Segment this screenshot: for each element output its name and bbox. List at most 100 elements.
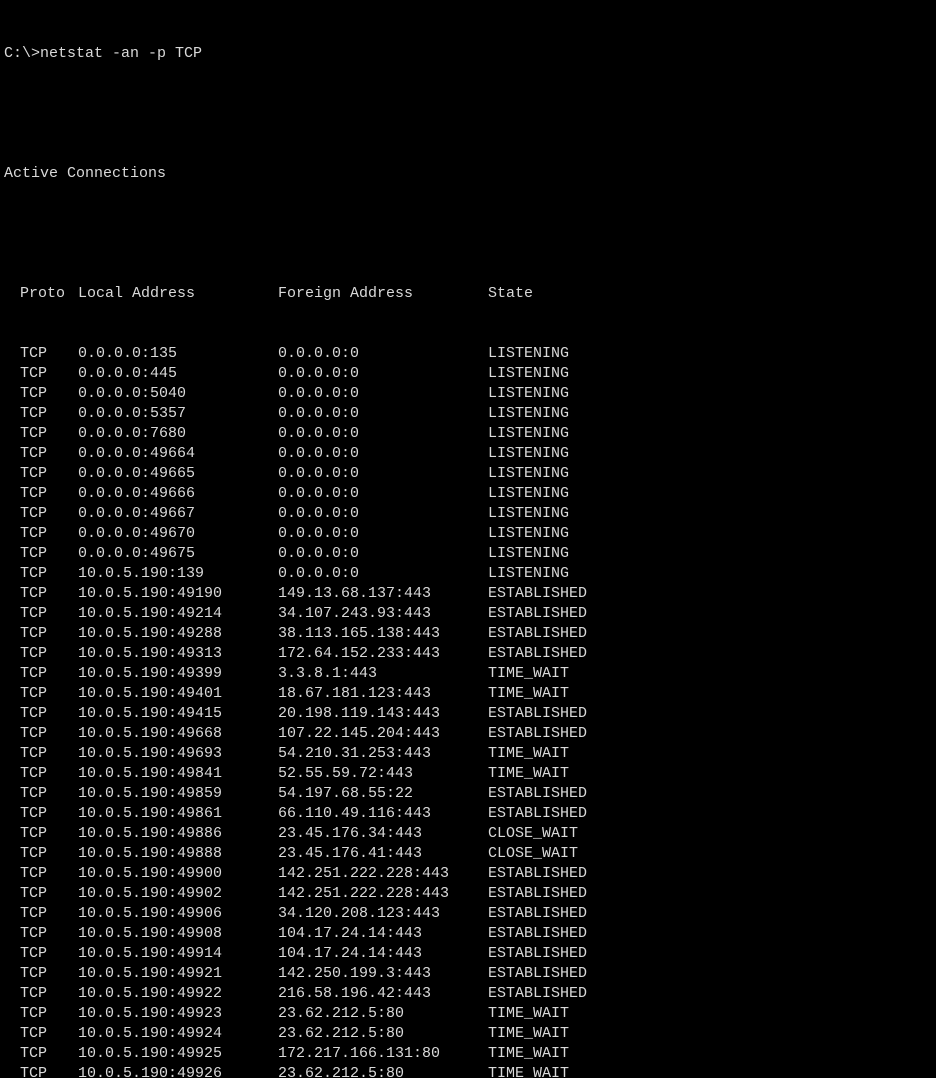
cell-foreign-address: 23.62.212.5:80 — [278, 1024, 488, 1044]
cell-foreign-address: 3.3.8.1:443 — [278, 664, 488, 684]
cell-proto: TCP — [20, 664, 78, 684]
cell-state: ESTABLISHED — [488, 644, 936, 664]
cell-local-address: 10.0.5.190:49925 — [78, 1044, 278, 1064]
table-row: TCP10.0.5.190:4984152.55.59.72:443TIME_W… — [4, 764, 936, 784]
cell-state: CLOSE_WAIT — [488, 824, 936, 844]
col-header-foreign: Foreign Address — [278, 284, 488, 304]
cell-local-address: 0.0.0.0:135 — [78, 344, 278, 364]
indent — [4, 924, 20, 944]
cell-foreign-address: 23.45.176.41:443 — [278, 844, 488, 864]
cell-proto: TCP — [20, 504, 78, 524]
indent — [4, 404, 20, 424]
cell-foreign-address: 216.58.196.42:443 — [278, 984, 488, 1004]
indent — [4, 604, 20, 624]
cell-foreign-address: 66.110.49.116:443 — [278, 804, 488, 824]
cell-state: LISTENING — [488, 504, 936, 524]
table-row: TCP10.0.5.190:4988623.45.176.34:443CLOSE… — [4, 824, 936, 844]
cell-proto: TCP — [20, 1044, 78, 1064]
table-row: TCP10.0.5.190:4988823.45.176.41:443CLOSE… — [4, 844, 936, 864]
cell-proto: TCP — [20, 944, 78, 964]
cell-proto: TCP — [20, 724, 78, 744]
cell-foreign-address: 0.0.0.0:0 — [278, 384, 488, 404]
cell-state: LISTENING — [488, 464, 936, 484]
cell-state: ESTABLISHED — [488, 984, 936, 1004]
cell-foreign-address: 0.0.0.0:0 — [278, 484, 488, 504]
indent — [4, 844, 20, 864]
table-row: TCP10.0.5.190:4921434.107.243.93:443ESTA… — [4, 604, 936, 624]
indent — [4, 1004, 20, 1024]
cell-state: TIME_WAIT — [488, 1064, 936, 1078]
indent — [4, 984, 20, 1004]
cell-proto: TCP — [20, 404, 78, 424]
indent — [4, 884, 20, 904]
cell-state: LISTENING — [488, 384, 936, 404]
table-row: TCP0.0.0.0:50400.0.0.0:0LISTENING — [4, 384, 936, 404]
cell-state: TIME_WAIT — [488, 1044, 936, 1064]
cell-foreign-address: 52.55.59.72:443 — [278, 764, 488, 784]
cell-proto: TCP — [20, 804, 78, 824]
indent — [4, 1024, 20, 1044]
cell-state: LISTENING — [488, 564, 936, 584]
cell-proto: TCP — [20, 844, 78, 864]
cell-foreign-address: 142.250.199.3:443 — [278, 964, 488, 984]
cell-local-address: 10.0.5.190:49399 — [78, 664, 278, 684]
indent — [4, 664, 20, 684]
indent — [4, 784, 20, 804]
cell-foreign-address: 54.197.68.55:22 — [278, 784, 488, 804]
indent — [4, 904, 20, 924]
table-row: TCP0.0.0.0:496750.0.0.0:0LISTENING — [4, 544, 936, 564]
table-row: TCP0.0.0.0:76800.0.0.0:0LISTENING — [4, 424, 936, 444]
cell-foreign-address: 0.0.0.0:0 — [278, 524, 488, 544]
cell-local-address: 0.0.0.0:49667 — [78, 504, 278, 524]
cell-state: ESTABLISHED — [488, 784, 936, 804]
terminal-output[interactable]: C:\>netstat -an -p TCP Active Connection… — [0, 0, 936, 1078]
table-row: TCP10.0.5.190:4990634.120.208.123:443EST… — [4, 904, 936, 924]
cell-local-address: 10.0.5.190:49313 — [78, 644, 278, 664]
table-row: TCP10.0.5.190:4992323.62.212.5:80TIME_WA… — [4, 1004, 936, 1024]
indent — [4, 764, 20, 784]
indent — [4, 684, 20, 704]
table-row: TCP0.0.0.0:496660.0.0.0:0LISTENING — [4, 484, 936, 504]
cell-proto: TCP — [20, 1064, 78, 1078]
indent — [4, 704, 20, 724]
cell-proto: TCP — [20, 364, 78, 384]
indent — [4, 644, 20, 664]
cell-proto: TCP — [20, 644, 78, 664]
table-row: TCP0.0.0.0:496640.0.0.0:0LISTENING — [4, 444, 936, 464]
cell-local-address: 10.0.5.190:49214 — [78, 604, 278, 624]
cell-local-address: 0.0.0.0:49664 — [78, 444, 278, 464]
cell-foreign-address: 0.0.0.0:0 — [278, 364, 488, 384]
cell-proto: TCP — [20, 444, 78, 464]
cell-state: LISTENING — [488, 444, 936, 464]
cell-state: ESTABLISHED — [488, 704, 936, 724]
table-row: TCP0.0.0.0:1350.0.0.0:0LISTENING — [4, 344, 936, 364]
cell-state: ESTABLISHED — [488, 584, 936, 604]
cell-proto: TCP — [20, 1024, 78, 1044]
cell-state: ESTABLISHED — [488, 864, 936, 884]
cell-foreign-address: 0.0.0.0:0 — [278, 344, 488, 364]
col-header-proto: Proto — [20, 284, 78, 304]
cell-local-address: 10.0.5.190:49841 — [78, 764, 278, 784]
cell-state: TIME_WAIT — [488, 664, 936, 684]
cell-local-address: 10.0.5.190:49401 — [78, 684, 278, 704]
indent — [4, 364, 20, 384]
cell-local-address: 10.0.5.190:49859 — [78, 784, 278, 804]
cell-foreign-address: 34.107.243.93:443 — [278, 604, 488, 624]
cell-local-address: 10.0.5.190:49921 — [78, 964, 278, 984]
cell-proto: TCP — [20, 984, 78, 1004]
cell-state: TIME_WAIT — [488, 764, 936, 784]
cell-state: ESTABLISHED — [488, 604, 936, 624]
indent — [4, 344, 20, 364]
cell-proto: TCP — [20, 904, 78, 924]
table-row: TCP10.0.5.190:49190149.13.68.137:443ESTA… — [4, 584, 936, 604]
cell-state: LISTENING — [488, 484, 936, 504]
table-row: TCP10.0.5.190:49900142.251.222.228:443ES… — [4, 864, 936, 884]
cell-foreign-address: 142.251.222.228:443 — [278, 864, 488, 884]
cell-local-address: 0.0.0.0:49675 — [78, 544, 278, 564]
cell-local-address: 0.0.0.0:49670 — [78, 524, 278, 544]
cell-foreign-address: 0.0.0.0:0 — [278, 564, 488, 584]
cell-local-address: 0.0.0.0:5357 — [78, 404, 278, 424]
cell-foreign-address: 0.0.0.0:0 — [278, 464, 488, 484]
cell-state: LISTENING — [488, 424, 936, 444]
cell-proto: TCP — [20, 784, 78, 804]
